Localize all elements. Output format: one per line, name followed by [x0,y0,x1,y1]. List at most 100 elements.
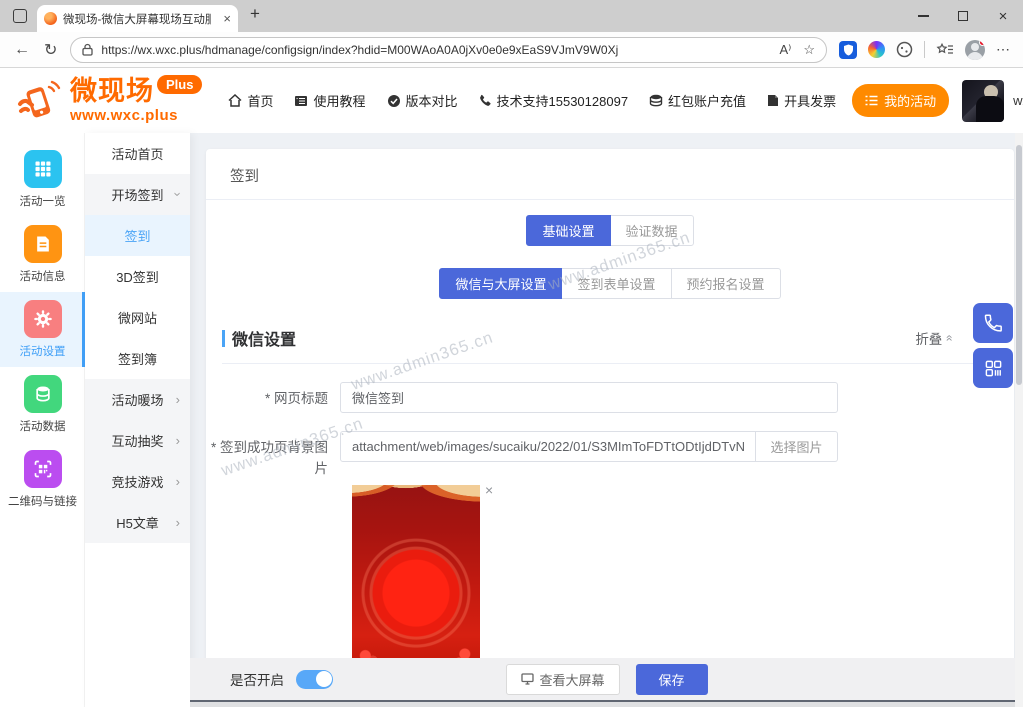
username-text[interactable]: wxhz68I33I2RRalIIL [1013,93,1023,108]
chevron-right-icon: › [176,515,180,528]
menu-group-opening-signin[interactable]: 开场签到› [85,174,190,215]
brand-title: 微现场 [70,78,154,105]
read-aloud-icon[interactable]: A⁾ [779,42,791,58]
coins-icon [649,94,663,107]
phone-handset-icon [983,313,1003,333]
menu-group-lottery[interactable]: 互动抽奖› [85,420,190,461]
sidebar-item-activity-data[interactable]: 活动数据 [0,367,85,442]
chevron-right-icon: › [176,392,180,405]
nav-tutorial[interactable]: 使用教程 [294,91,365,110]
tab-reservation-settings[interactable]: 预约报名设置 [671,268,781,299]
qrcode-icon [24,450,62,488]
browser-extension-icon[interactable] [868,41,885,58]
primary-sidebar: 活动一览 活动信息 活动设置 活动数据 二维码与链接 [0,133,85,707]
maximize-button[interactable] [943,0,983,32]
collapse-toggle[interactable]: 折叠» [915,328,952,348]
nav-invoice[interactable]: 开具发票 [767,91,836,110]
favorite-star-icon[interactable]: ☆ [803,42,815,58]
chevron-down-icon: › [171,192,184,196]
chevron-right-icon: › [176,474,180,487]
database-icon [24,375,62,413]
favorites-list-icon[interactable] [936,42,954,58]
grid-icon [24,150,62,188]
tab-signin-form-settings[interactable]: 签到表单设置 [561,268,671,299]
tab-verify-data[interactable]: 验证数据 [610,215,694,246]
tab-wechat-bigscreen-settings[interactable]: 微信与大屏设置 [439,268,562,299]
url-text: https://wx.wxc.plus/hdmanage/configsign/… [101,43,767,57]
site-logo[interactable]: 微现场 Plus www.wxc.plus [16,78,202,124]
menu-item-micro-site[interactable]: 微网站 [85,297,190,338]
nav-tech-support[interactable]: 技术支持15530128097 [479,91,629,110]
footer-action-bar: 是否开启 查看大屏幕 保存 [190,658,1023,700]
chevron-up-icon: » [942,335,956,342]
address-bar[interactable]: https://wx.wxc.plus/hdmanage/configsign/… [70,37,827,63]
my-activities-button[interactable]: 我的活动 [852,84,949,117]
version-check-icon [387,94,401,108]
sidebar-item-activity-settings[interactable]: 活动设置 [0,292,85,367]
refresh-button[interactable]: ↻ [44,40,57,60]
nav-redpacket-recharge[interactable]: 红包账户充值 [649,91,746,110]
password-extension-icon[interactable] [839,41,857,59]
menu-group-h5-article[interactable]: H5文章› [85,502,190,543]
form-row-background-image: * 签到成功页背景图片 选择图片 [206,431,1014,480]
browser-tab[interactable]: 微现场-微信大屏幕现场互动服务 × [37,5,238,32]
field-label: * 签到成功页背景图片 [206,431,340,480]
home-icon [228,94,242,107]
contact-support-float-button[interactable] [973,303,1013,343]
tab-close-icon[interactable]: × [223,12,231,25]
new-tab-button[interactable]: + [250,4,260,24]
monitor-icon [520,673,533,685]
nav-home[interactable]: 首页 [228,91,273,110]
sidebar-item-activity-overview[interactable]: 活动一览 [0,142,85,217]
sidebar-item-qrcode-links[interactable]: 二维码与链接 [0,442,85,517]
brand-plus-badge: Plus [157,75,202,94]
close-button[interactable]: × [983,0,1023,32]
view-bigscreen-button[interactable]: 查看大屏幕 [505,664,619,695]
profile-avatar[interactable] [965,40,985,60]
extensions-area: ⋯ [827,40,1023,60]
browser-titlebar: 微现场-微信大屏幕现场互动服务 × + × [0,0,1023,32]
background-image-path-input[interactable] [340,431,756,462]
nav-version-compare[interactable]: 版本对比 [387,91,458,110]
remove-image-icon[interactable]: × [485,483,493,497]
menu-item-3d-signin[interactable]: 3D签到 [85,256,190,297]
enable-toggle[interactable] [296,670,333,689]
menu-item-signin[interactable]: 签到 [85,215,190,256]
sidebar-item-activity-info[interactable]: 活动信息 [0,217,85,292]
invoice-icon [767,94,779,107]
page-title-input[interactable] [340,382,838,413]
menu-item-activity-home[interactable]: 活动首页 [85,133,190,174]
back-button[interactable]: ← [14,41,30,59]
window-bottom-edge [190,700,1023,707]
image-preview-row: × [352,485,1014,678]
tutorial-icon [294,95,308,107]
more-menu-icon[interactable]: ⋯ [996,41,1011,58]
browser-window: 微现场-微信大屏幕现场互动服务 × + × ← ↻ https://wx.wxc… [0,0,1023,707]
stats-panel-float-button[interactable] [973,348,1013,388]
footer-buttons: 查看大屏幕 保存 [505,664,707,695]
site-favicon-icon [44,12,57,25]
menu-item-signin-book[interactable]: 签到簿 [85,338,190,379]
lock-icon [82,43,93,56]
minimize-button[interactable] [903,0,943,32]
save-button[interactable]: 保存 [636,664,708,695]
chevron-right-icon: › [176,433,180,446]
scrollbar-thumb[interactable] [1016,145,1022,385]
tab-actions-icon[interactable] [13,9,27,23]
menu-group-games[interactable]: 竞技游戏› [85,461,190,502]
page-scrollbar[interactable] [1015,133,1023,707]
content-card: 签到 基础设置 验证数据 微信与大屏设置 签到表单设置 预约报名设置 微信设置 … [206,149,1014,700]
field-label: * 网页标题 [206,382,340,413]
divider [222,363,998,364]
header-nav: 首页 使用教程 版本对比 技术支持15530128097 红包账户充值 开具发票 [228,91,836,110]
list-icon [865,95,878,106]
user-avatar[interactable] [962,80,1004,122]
profile-notification-dot [979,40,985,46]
background-image-preview[interactable] [352,485,480,678]
choose-image-button[interactable]: 选择图片 [756,431,838,462]
tab-basic-settings[interactable]: 基础设置 [526,215,610,246]
cookie-extension-icon[interactable] [896,41,913,58]
close-icon: × [999,9,1008,24]
menu-group-warmup[interactable]: 活动暖场› [85,379,190,420]
enable-toggle-label: 是否开启 [230,669,284,689]
